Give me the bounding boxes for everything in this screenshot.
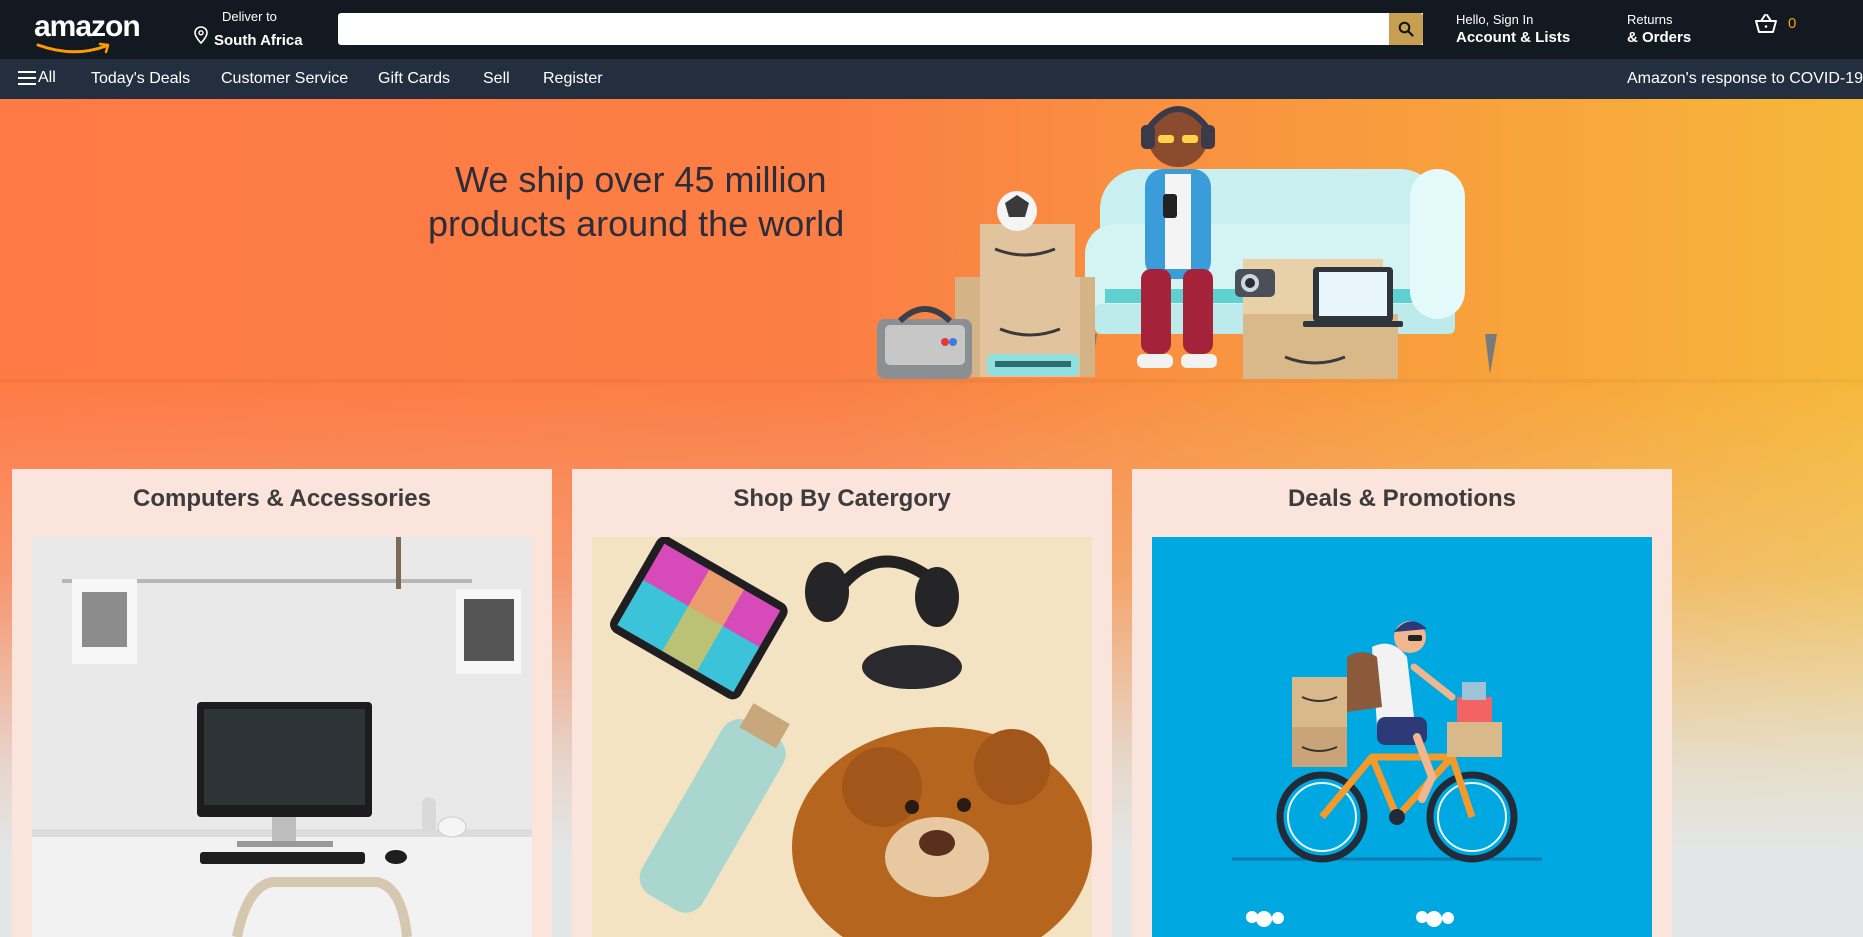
nav-link-sell[interactable]: Sell (483, 70, 510, 88)
amazon-logo[interactable]: amazon (30, 8, 141, 54)
nav-link-register[interactable]: Register (543, 70, 603, 88)
nav-link-customer-service[interactable]: Customer Service (221, 70, 348, 88)
deliver-to-location[interactable]: Deliver to South Africa (190, 8, 310, 52)
account-lists-link[interactable]: Hello, Sign In Account & Lists (1456, 12, 1570, 46)
hero-headline-line2: products around the world (428, 203, 845, 244)
shop-by-category-image[interactable] (592, 537, 1092, 937)
location-pin-icon (194, 26, 208, 44)
category-card-deals-promotions[interactable]: Deals & Promotions (1132, 469, 1672, 937)
nav-bar: All Today's Deals Customer Service Gift … (0, 59, 1863, 99)
returns-label: Returns (1627, 12, 1673, 27)
search-button[interactable] (1389, 13, 1423, 45)
logo-smile-icon (36, 42, 110, 54)
delivery-cyclist-illustration (1152, 537, 1652, 937)
hero-headline-line1: We ship over 45 million (455, 159, 827, 200)
returns-orders-link[interactable]: Returns & Orders (1627, 12, 1691, 46)
top-header: amazon Deliver to South Africa Hello, Si… (0, 0, 1863, 59)
covid-response-link[interactable]: Amazon's response to COVID-19 (1627, 70, 1863, 88)
account-lists-label: Account & Lists (1456, 29, 1571, 46)
category-card-computers[interactable]: Computers & Accessories (12, 469, 552, 937)
deals-promotions-image[interactable] (1152, 537, 1652, 937)
deliver-label: Deliver to (222, 9, 277, 24)
card-title: Shop By Catergory (733, 485, 951, 512)
card-title: Computers & Accessories (133, 485, 431, 512)
category-card-shop-by-category[interactable]: Shop By Catergory (572, 469, 1112, 937)
orders-label: & Orders (1627, 29, 1692, 46)
account-greeting: Hello, Sign In (1456, 12, 1534, 27)
nav-link-todays-deals[interactable]: Today's Deals (91, 70, 190, 88)
hero-illustration (877, 106, 1497, 379)
all-menu-label: All (38, 69, 56, 86)
logo-text: amazon (34, 10, 141, 43)
cart-button[interactable]: 0 (1754, 12, 1814, 42)
search-bar (338, 13, 1423, 45)
hamburger-menu-icon (18, 71, 36, 85)
cart-icon (1755, 14, 1777, 33)
computers-image[interactable] (32, 537, 532, 937)
search-icon (1398, 21, 1414, 37)
deliver-country: South Africa (214, 32, 303, 49)
search-input[interactable] (338, 13, 1423, 45)
desktop-computer-photo (32, 537, 532, 937)
all-menu-button[interactable]: All (18, 69, 56, 87)
tablet-headphones-teddy-photo (592, 537, 1092, 937)
card-title: Deals & Promotions (1287, 485, 1517, 512)
nav-link-gift-cards[interactable]: Gift Cards (378, 70, 450, 88)
cart-count: 0 (1788, 15, 1797, 32)
